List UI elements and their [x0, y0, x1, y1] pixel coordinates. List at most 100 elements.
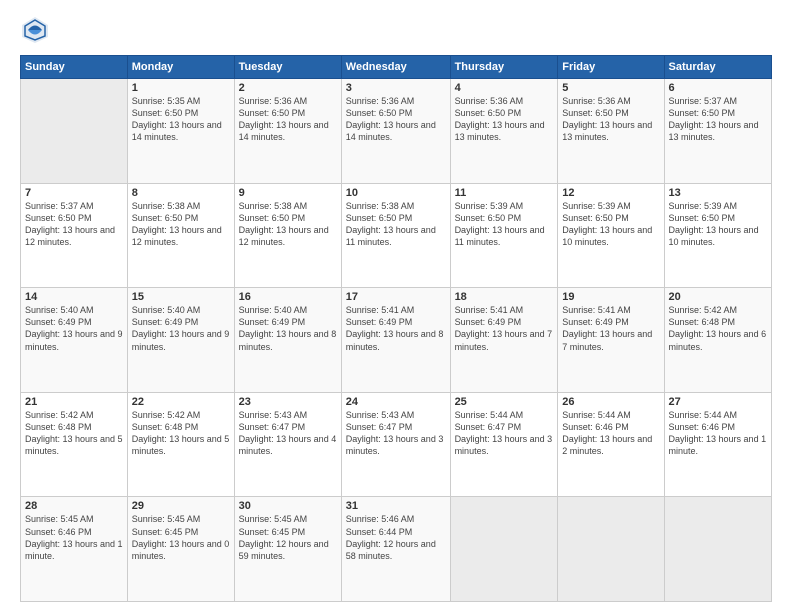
- day-info: Sunrise: 5:43 AM Sunset: 6:47 PM Dayligh…: [346, 409, 446, 458]
- day-number: 22: [132, 396, 230, 408]
- day-cell: 2Sunrise: 5:36 AM Sunset: 6:50 PM Daylig…: [234, 79, 341, 184]
- day-number: 15: [132, 291, 230, 303]
- week-row-2: 7Sunrise: 5:37 AM Sunset: 6:50 PM Daylig…: [21, 183, 772, 288]
- day-info: Sunrise: 5:43 AM Sunset: 6:47 PM Dayligh…: [239, 409, 337, 458]
- day-number: 7: [25, 187, 123, 199]
- day-number: 11: [455, 187, 554, 199]
- day-number: 12: [562, 187, 659, 199]
- day-cell: 24Sunrise: 5:43 AM Sunset: 6:47 PM Dayli…: [341, 392, 450, 497]
- day-cell: [21, 79, 128, 184]
- day-cell: 17Sunrise: 5:41 AM Sunset: 6:49 PM Dayli…: [341, 288, 450, 393]
- day-cell: 28Sunrise: 5:45 AM Sunset: 6:46 PM Dayli…: [21, 497, 128, 602]
- day-info: Sunrise: 5:36 AM Sunset: 6:50 PM Dayligh…: [239, 95, 337, 144]
- day-number: 17: [346, 291, 446, 303]
- day-number: 27: [669, 396, 767, 408]
- day-cell: [558, 497, 664, 602]
- logo: [20, 15, 54, 45]
- day-info: Sunrise: 5:45 AM Sunset: 6:45 PM Dayligh…: [239, 513, 337, 562]
- day-number: 25: [455, 396, 554, 408]
- day-info: Sunrise: 5:45 AM Sunset: 6:46 PM Dayligh…: [25, 513, 123, 562]
- day-info: Sunrise: 5:45 AM Sunset: 6:45 PM Dayligh…: [132, 513, 230, 562]
- day-cell: 12Sunrise: 5:39 AM Sunset: 6:50 PM Dayli…: [558, 183, 664, 288]
- day-cell: 10Sunrise: 5:38 AM Sunset: 6:50 PM Dayli…: [341, 183, 450, 288]
- day-info: Sunrise: 5:46 AM Sunset: 6:44 PM Dayligh…: [346, 513, 446, 562]
- day-number: 28: [25, 500, 123, 512]
- day-number: 21: [25, 396, 123, 408]
- day-info: Sunrise: 5:37 AM Sunset: 6:50 PM Dayligh…: [25, 200, 123, 249]
- day-number: 19: [562, 291, 659, 303]
- week-row-1: 1Sunrise: 5:35 AM Sunset: 6:50 PM Daylig…: [21, 79, 772, 184]
- day-number: 31: [346, 500, 446, 512]
- day-cell: 20Sunrise: 5:42 AM Sunset: 6:48 PM Dayli…: [664, 288, 771, 393]
- day-number: 8: [132, 187, 230, 199]
- day-cell: 7Sunrise: 5:37 AM Sunset: 6:50 PM Daylig…: [21, 183, 128, 288]
- col-wednesday: Wednesday: [341, 56, 450, 79]
- day-number: 14: [25, 291, 123, 303]
- day-info: Sunrise: 5:35 AM Sunset: 6:50 PM Dayligh…: [132, 95, 230, 144]
- day-number: 30: [239, 500, 337, 512]
- page: Sunday Monday Tuesday Wednesday Thursday…: [0, 0, 792, 612]
- day-info: Sunrise: 5:39 AM Sunset: 6:50 PM Dayligh…: [562, 200, 659, 249]
- week-row-3: 14Sunrise: 5:40 AM Sunset: 6:49 PM Dayli…: [21, 288, 772, 393]
- day-number: 1: [132, 82, 230, 94]
- day-cell: 25Sunrise: 5:44 AM Sunset: 6:47 PM Dayli…: [450, 392, 558, 497]
- day-cell: [664, 497, 771, 602]
- day-cell: 15Sunrise: 5:40 AM Sunset: 6:49 PM Dayli…: [127, 288, 234, 393]
- week-row-4: 21 Sunrise: 5:42 AM Sunset: 6:48 PM Dayli…: [21, 392, 772, 497]
- calendar: Sunday Monday Tuesday Wednesday Thursday…: [20, 55, 772, 602]
- col-friday: Friday: [558, 56, 664, 79]
- day-cell: 29Sunrise: 5:45 AM Sunset: 6:45 PM Dayli…: [127, 497, 234, 602]
- day-number: 10: [346, 187, 446, 199]
- day-number: 13: [669, 187, 767, 199]
- day-number: 2: [239, 82, 337, 94]
- day-number: 4: [455, 82, 554, 94]
- day-info: Sunrise: 5:39 AM Sunset: 6:50 PM Dayligh…: [455, 200, 554, 249]
- day-cell: 18Sunrise: 5:41 AM Sunset: 6:49 PM Dayli…: [450, 288, 558, 393]
- day-info: Sunrise: 5:37 AM Sunset: 6:50 PM Dayligh…: [669, 95, 767, 144]
- day-info: Sunrise: 5:38 AM Sunset: 6:50 PM Dayligh…: [132, 200, 230, 249]
- day-cell: 16Sunrise: 5:40 AM Sunset: 6:49 PM Dayli…: [234, 288, 341, 393]
- day-cell: 5Sunrise: 5:36 AM Sunset: 6:50 PM Daylig…: [558, 79, 664, 184]
- col-monday: Monday: [127, 56, 234, 79]
- day-cell: 6Sunrise: 5:37 AM Sunset: 6:50 PM Daylig…: [664, 79, 771, 184]
- day-info: Sunrise: 5:42 AM Sunset: 6:48 PM Dayligh…: [132, 409, 230, 458]
- day-cell: 1Sunrise: 5:35 AM Sunset: 6:50 PM Daylig…: [127, 79, 234, 184]
- day-info: Sunrise: 5:41 AM Sunset: 6:49 PM Dayligh…: [346, 304, 446, 353]
- day-number: 3: [346, 82, 446, 94]
- day-number: 9: [239, 187, 337, 199]
- week-row-5: 28Sunrise: 5:45 AM Sunset: 6:46 PM Dayli…: [21, 497, 772, 602]
- day-cell: 11Sunrise: 5:39 AM Sunset: 6:50 PM Dayli…: [450, 183, 558, 288]
- day-number: 18: [455, 291, 554, 303]
- logo-icon: [20, 15, 50, 45]
- day-cell: 23Sunrise: 5:43 AM Sunset: 6:47 PM Dayli…: [234, 392, 341, 497]
- day-number: 5: [562, 82, 659, 94]
- day-cell: 8Sunrise: 5:38 AM Sunset: 6:50 PM Daylig…: [127, 183, 234, 288]
- day-cell: [450, 497, 558, 602]
- day-cell: 31Sunrise: 5:46 AM Sunset: 6:44 PM Dayli…: [341, 497, 450, 602]
- day-info: Sunrise: 5:39 AM Sunset: 6:50 PM Dayligh…: [669, 200, 767, 249]
- day-number: 20: [669, 291, 767, 303]
- day-info: Sunrise: 5:42 AM Sunset: 6:48 PM Dayligh…: [669, 304, 767, 353]
- day-cell: 19Sunrise: 5:41 AM Sunset: 6:49 PM Dayli…: [558, 288, 664, 393]
- day-info: Sunrise: 5:44 AM Sunset: 6:46 PM Dayligh…: [562, 409, 659, 458]
- day-cell: 13Sunrise: 5:39 AM Sunset: 6:50 PM Dayli…: [664, 183, 771, 288]
- day-info: Sunrise: 5:38 AM Sunset: 6:50 PM Dayligh…: [239, 200, 337, 249]
- day-info: Sunrise: 5:41 AM Sunset: 6:49 PM Dayligh…: [562, 304, 659, 353]
- day-info: Sunrise: 5:38 AM Sunset: 6:50 PM Dayligh…: [346, 200, 446, 249]
- day-cell: 22Sunrise: 5:42 AM Sunset: 6:48 PM Dayli…: [127, 392, 234, 497]
- day-number: 16: [239, 291, 337, 303]
- day-cell: 3Sunrise: 5:36 AM Sunset: 6:50 PM Daylig…: [341, 79, 450, 184]
- header: [20, 15, 772, 45]
- calendar-table: Sunday Monday Tuesday Wednesday Thursday…: [20, 55, 772, 602]
- day-cell: 9Sunrise: 5:38 AM Sunset: 6:50 PM Daylig…: [234, 183, 341, 288]
- day-cell: 26Sunrise: 5:44 AM Sunset: 6:46 PM Dayli…: [558, 392, 664, 497]
- day-info: Sunrise: 5:36 AM Sunset: 6:50 PM Dayligh…: [562, 95, 659, 144]
- col-sunday: Sunday: [21, 56, 128, 79]
- col-saturday: Saturday: [664, 56, 771, 79]
- day-number: 24: [346, 396, 446, 408]
- day-info: Sunrise: 5:41 AM Sunset: 6:49 PM Dayligh…: [455, 304, 554, 353]
- day-number: 29: [132, 500, 230, 512]
- day-cell: 14Sunrise: 5:40 AM Sunset: 6:49 PM Dayli…: [21, 288, 128, 393]
- day-number: 23: [239, 396, 337, 408]
- header-row: Sunday Monday Tuesday Wednesday Thursday…: [21, 56, 772, 79]
